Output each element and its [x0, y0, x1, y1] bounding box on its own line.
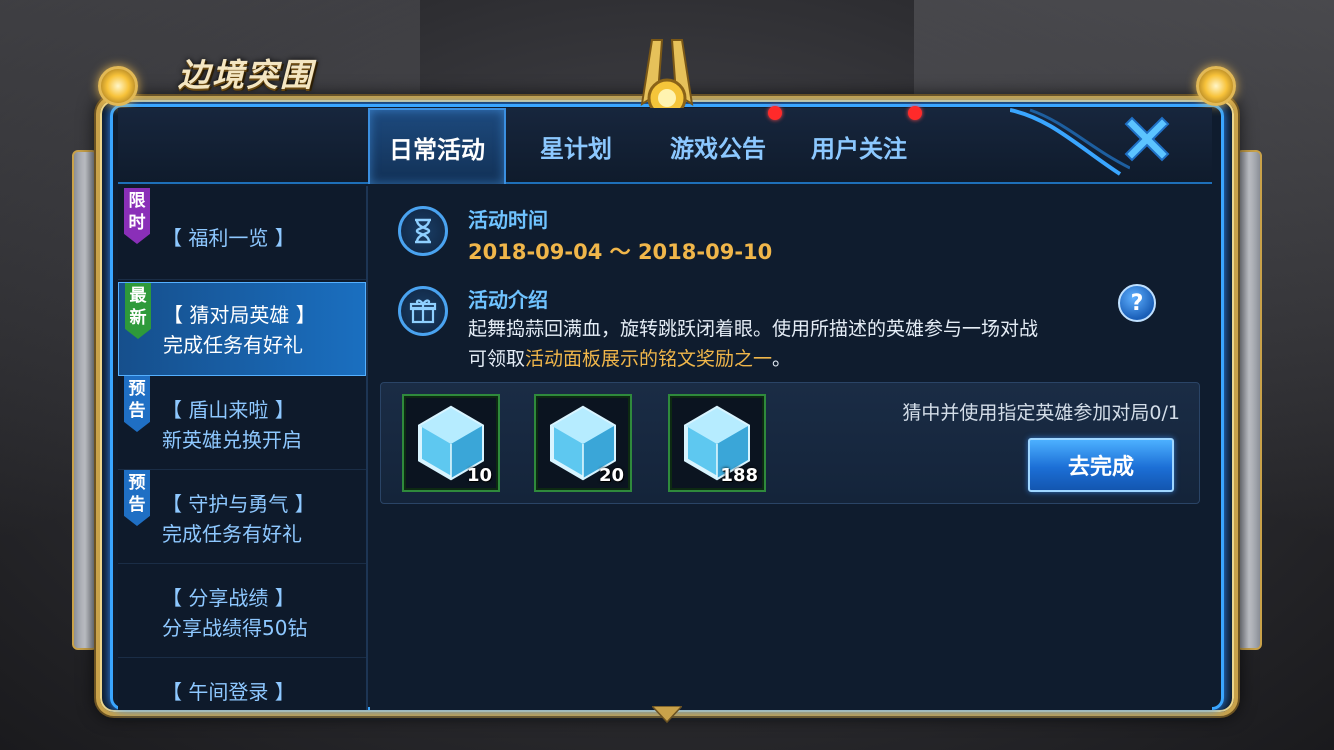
- intro-line-1: 起舞捣蒜回满血，旋转跳跃闭着眼。使用所描述的英雄参与一场对战: [468, 318, 1039, 340]
- notification-dot: [908, 106, 922, 120]
- reward-item[interactable]: 188: [668, 394, 766, 492]
- intro-prefix: 可领取: [468, 348, 526, 370]
- bottom-notch-decoration: [652, 706, 682, 724]
- sidebar-item-guard-courage[interactable]: 预告 【 守护与勇气 】 完成任务有好礼: [118, 470, 366, 564]
- tab-label: 用户关注: [811, 134, 907, 163]
- sidebar-item-title: 【 分享战绩 】: [162, 586, 295, 610]
- activity-sidebar[interactable]: 限时 【 福利一览 】 最新 【 猜对局英雄 】 完成任务有好礼 预告 【 盾山…: [118, 186, 368, 710]
- close-icon: [1124, 116, 1170, 162]
- tab-user-follow[interactable]: 用户关注: [792, 108, 926, 184]
- reward-count: 10: [466, 465, 492, 486]
- sidebar-item-subtitle: 新英雄兑换开启: [162, 428, 302, 452]
- frame-right-pillar: [1236, 150, 1262, 650]
- tab-star-plan[interactable]: 星计划: [516, 108, 636, 184]
- sidebar-item-title: 【 守护与勇气 】: [162, 492, 315, 516]
- help-button[interactable]: ?: [1118, 284, 1156, 322]
- go-complete-button[interactable]: 去完成: [1028, 438, 1174, 492]
- activity-time-range: 2018-09-04 ～ 2018-09-10: [468, 240, 773, 264]
- tab-game-announcement[interactable]: 游戏公告: [650, 108, 786, 184]
- sidebar-item-guess-hero[interactable]: 最新 【 猜对局英雄 】 完成任务有好礼: [118, 282, 366, 376]
- corner-orb-left: [98, 66, 138, 106]
- tab-daily-activity[interactable]: 日常活动: [368, 108, 506, 184]
- badge-limited: 限时: [124, 188, 150, 244]
- sidebar-item-title: 【 午间登录 】: [162, 680, 295, 704]
- sidebar-item-noon-login[interactable]: 【 午间登录 】: [118, 658, 366, 710]
- sidebar-item-title: 【 猜对局英雄 】: [163, 303, 316, 327]
- badge-new: 最新: [125, 283, 151, 339]
- sidebar-item-dunshan[interactable]: 预告 【 盾山来啦 】 新英雄兑换开启: [118, 376, 366, 470]
- sidebar-item-subtitle: 完成任务有好礼: [162, 522, 302, 546]
- sidebar-item-welfare[interactable]: 限时 【 福利一览 】: [118, 186, 366, 280]
- tab-label: 星计划: [540, 134, 612, 163]
- game-title-logo: 边境突围: [178, 56, 315, 94]
- intro-highlight: 活动面板展示的铭文奖励之一: [525, 348, 773, 370]
- sidebar-item-subtitle: 完成任务有好礼: [163, 333, 303, 357]
- sidebar-item-title: 【 福利一览 】: [162, 226, 295, 250]
- sidebar-item-title: 【 盾山来啦 】: [162, 398, 295, 422]
- close-button[interactable]: [1112, 104, 1182, 174]
- reward-count: 20: [598, 465, 624, 486]
- hourglass-icon: [398, 206, 448, 256]
- badge-preview: 预告: [124, 376, 150, 432]
- tab-label: 游戏公告: [670, 134, 766, 163]
- badge-preview: 预告: [124, 470, 150, 526]
- gift-icon: [398, 286, 448, 336]
- reward-count: 188: [720, 465, 758, 486]
- frame-left-pillar: [72, 150, 98, 650]
- intro-suffix: 。: [772, 348, 792, 370]
- sidebar-item-subtitle: 分享战绩得50钻: [162, 616, 308, 640]
- task-progress-text: 猜中并使用指定英雄参加对局0/1: [902, 402, 1180, 424]
- activity-intro-label: 活动介绍: [468, 288, 548, 312]
- activity-time-label: 活动时间: [468, 208, 548, 232]
- corner-orb-right: [1196, 66, 1236, 106]
- intro-line-2: 可领取活动面板展示的铭文奖励之一。: [468, 344, 1108, 374]
- activity-intro-text: 起舞捣蒜回满血，旋转跳跃闭着眼。使用所描述的英雄参与一场对战 可领取活动面板展示…: [468, 314, 1108, 374]
- reward-item[interactable]: 10: [402, 394, 500, 492]
- notification-dot: [768, 106, 782, 120]
- tab-label: 日常活动: [389, 135, 485, 164]
- sidebar-item-share-record[interactable]: 【 分享战绩 】 分享战绩得50钻: [118, 564, 366, 658]
- reward-item[interactable]: 20: [534, 394, 632, 492]
